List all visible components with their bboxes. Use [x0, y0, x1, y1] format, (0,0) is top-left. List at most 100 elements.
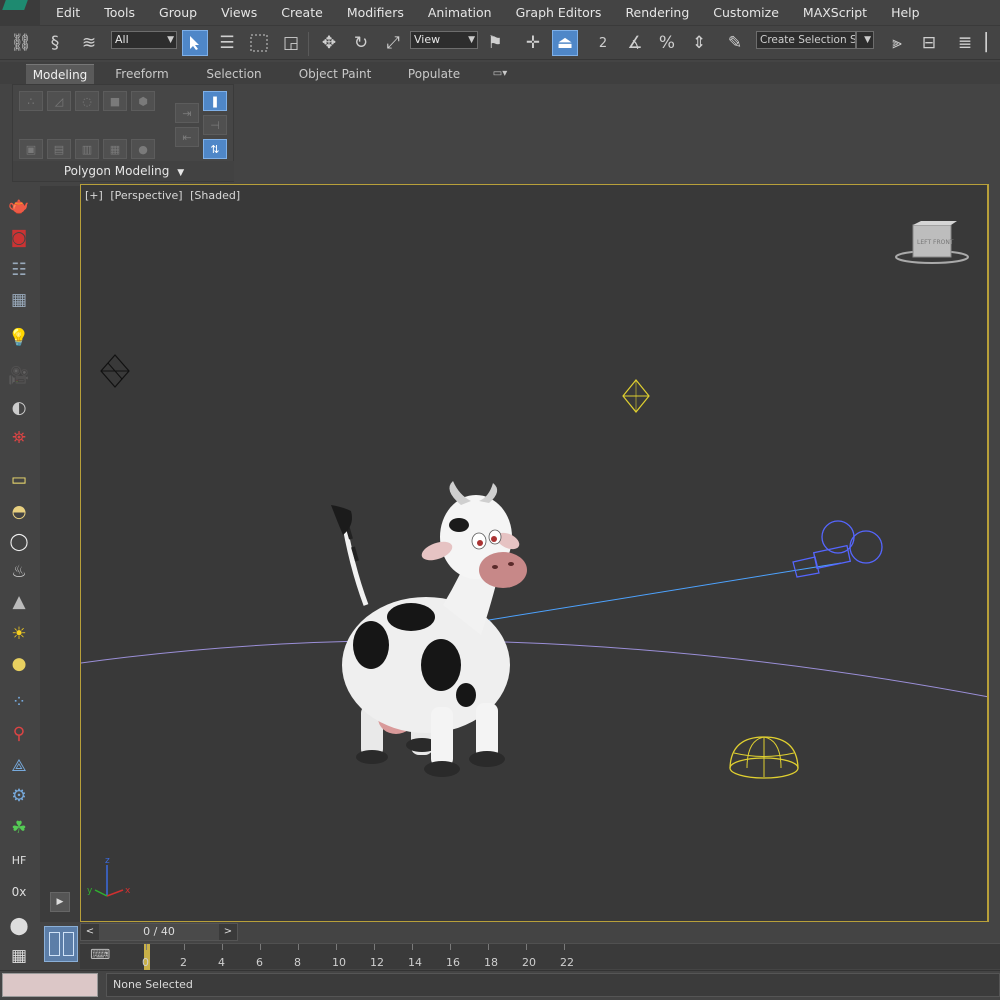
teapot-icon[interactable]: 🫖: [7, 194, 31, 218]
select-manipulate-icon[interactable]: ✛: [520, 30, 546, 56]
sphere-material-icon[interactable]: ⬤: [7, 914, 31, 938]
menu-create[interactable]: Create: [269, 0, 335, 26]
use-soft-selection-button[interactable]: ❚: [203, 91, 227, 111]
ribbon-panel-label[interactable]: Polygon Modeling ▼: [13, 161, 235, 181]
vertex-icon[interactable]: ∴: [19, 91, 43, 111]
connect-icon[interactable]: ⚲: [7, 722, 31, 746]
align-icon[interactable]: ⊟: [916, 30, 942, 56]
unlink-icon[interactable]: §: [42, 30, 68, 56]
selection-filter-dropdown[interactable]: All ▼: [111, 31, 177, 49]
motion-icon[interactable]: ▦: [7, 288, 31, 312]
box-primitive-icon[interactable]: ▭: [7, 468, 31, 492]
trackbar[interactable]: 0 2 4 6 8 10 12 14 16 18 20 22: [80, 943, 1000, 970]
toolbar-overflow-icon[interactable]: ▏: [984, 30, 1000, 56]
ribbon-options-icon[interactable]: ▭▾: [486, 64, 514, 84]
menu-rendering[interactable]: Rendering: [613, 0, 701, 26]
render-camera-icon[interactable]: ⛯: [7, 426, 31, 450]
tab-freeform[interactable]: Freeform: [108, 64, 176, 84]
menu-edit[interactable]: Edit: [44, 0, 92, 26]
grid-icon[interactable]: ▦: [7, 944, 31, 968]
previous-frame-button[interactable]: <: [81, 924, 99, 940]
menu-animation[interactable]: Animation: [416, 0, 504, 26]
next-frame-button[interactable]: >: [219, 924, 237, 940]
rectangular-selection-icon[interactable]: [246, 30, 272, 56]
gear-icon[interactable]: ⚙: [7, 784, 31, 808]
sky-light-dome-icon[interactable]: [729, 736, 799, 779]
viewport-layout-button[interactable]: [44, 926, 78, 962]
hierarchy-icon[interactable]: ☷: [7, 258, 31, 282]
show-end-result-icon[interactable]: ⇤: [175, 127, 199, 147]
toggle-command-mode-button[interactable]: ⇅: [203, 139, 227, 159]
polygon-icon[interactable]: ■: [103, 91, 127, 111]
spinner-snap-icon[interactable]: ⇕: [686, 30, 712, 56]
cow-model[interactable]: [331, 481, 527, 777]
border-icon[interactable]: ◌: [75, 91, 99, 111]
pivot-center-icon[interactable]: ⚑: [482, 30, 508, 56]
menu-views[interactable]: Views: [209, 0, 269, 26]
light-bulb-icon[interactable]: 💡: [7, 326, 31, 350]
hemisphere-icon[interactable]: ◓: [7, 500, 31, 524]
sound-icon[interactable]: ◐: [7, 396, 31, 420]
snap-toggle-button[interactable]: 2: [590, 30, 616, 56]
tab-object-paint[interactable]: Object Paint: [294, 64, 376, 84]
bind-space-warp-icon[interactable]: ≋: [76, 30, 102, 56]
pin-stack-icon[interactable]: ⊣: [203, 115, 227, 135]
modify-panel-icon[interactable]: ◙: [7, 226, 31, 250]
window-crossing-icon[interactable]: ◲: [278, 30, 304, 56]
edit-named-selection-icon[interactable]: ✎: [722, 30, 748, 56]
shrink-selection-icon[interactable]: ▤: [47, 139, 71, 159]
select-by-name-icon[interactable]: ☰: [214, 30, 240, 56]
expand-panel-button[interactable]: ▶: [50, 892, 70, 912]
maxscript-listener-mini[interactable]: [2, 973, 98, 997]
named-selection-input[interactable]: Create Selection Se: [756, 31, 856, 49]
particle-system-icon[interactable]: ⁘: [7, 690, 31, 714]
camera-icon[interactable]: 🎥: [7, 364, 31, 388]
menu-tools[interactable]: Tools: [92, 0, 147, 26]
cone-icon[interactable]: ▲: [7, 590, 31, 614]
keyboard-shortcut-override-button[interactable]: ⏏: [552, 30, 578, 56]
angle-snap-icon[interactable]: ∡: [622, 30, 648, 56]
sphere-icon[interactable]: ◯: [7, 530, 31, 554]
select-object-button[interactable]: [182, 30, 208, 56]
viewcube-left-face[interactable]: LEFT: [917, 239, 931, 246]
ring-selection-icon[interactable]: ▥: [75, 139, 99, 159]
menu-help[interactable]: Help: [879, 0, 932, 26]
percent-snap-icon[interactable]: %: [654, 30, 680, 56]
sun-light-icon[interactable]: ☀: [7, 622, 31, 646]
tab-selection[interactable]: Selection: [198, 64, 270, 84]
zero-x-icon[interactable]: 0x: [7, 880, 31, 904]
viewcube-icon[interactable]: [895, 221, 969, 264]
grow-selection-icon[interactable]: ▣: [19, 139, 43, 159]
sky-light-icon[interactable]: ●: [7, 652, 31, 676]
viewcube-front-face[interactable]: FRONT: [933, 239, 954, 246]
move-icon[interactable]: ✥: [316, 30, 342, 56]
tab-populate[interactable]: Populate: [400, 64, 468, 84]
point-helper-icon[interactable]: [100, 354, 130, 388]
teapot-primitive-icon[interactable]: ♨: [7, 560, 31, 584]
menu-group[interactable]: Group: [147, 0, 209, 26]
element-icon[interactable]: ⬢: [131, 91, 155, 111]
menu-modifiers[interactable]: Modifiers: [335, 0, 416, 26]
hair-fur-icon[interactable]: HF: [7, 848, 31, 872]
link-icon[interactable]: ⛓: [8, 30, 34, 56]
collapse-stack-icon[interactable]: ⇥: [175, 103, 199, 123]
rotate-icon[interactable]: ↻: [348, 30, 374, 56]
geometry-helper-icon[interactable]: ⟁: [7, 754, 31, 778]
curve-editor-icon[interactable]: ⌨: [90, 947, 110, 963]
menu-customize[interactable]: Customize: [701, 0, 791, 26]
menu-graph-editors[interactable]: Graph Editors: [504, 0, 614, 26]
reference-coord-dropdown[interactable]: View ▼: [410, 31, 478, 49]
layer-manager-icon[interactable]: ≣: [952, 30, 978, 56]
tab-modeling[interactable]: Modeling: [26, 64, 94, 84]
preview-selection-icon[interactable]: ●: [131, 139, 155, 159]
loop-selection-icon[interactable]: ▦: [103, 139, 127, 159]
foliage-icon[interactable]: ☘: [7, 816, 31, 840]
menu-maxscript[interactable]: MAXScript: [791, 0, 879, 26]
time-slider-thumb[interactable]: 0 / 40: [99, 924, 219, 940]
app-logo[interactable]: [0, 0, 40, 26]
edge-icon[interactable]: ◿: [47, 91, 71, 111]
perspective-viewport[interactable]: [+] [Perspective] [Shaded] z x y LEFT FR…: [80, 184, 988, 922]
time-slider[interactable]: < 0 / 40 >: [80, 923, 238, 941]
omni-light-icon[interactable]: [622, 379, 650, 413]
mirror-icon[interactable]: ⫸: [884, 30, 910, 56]
